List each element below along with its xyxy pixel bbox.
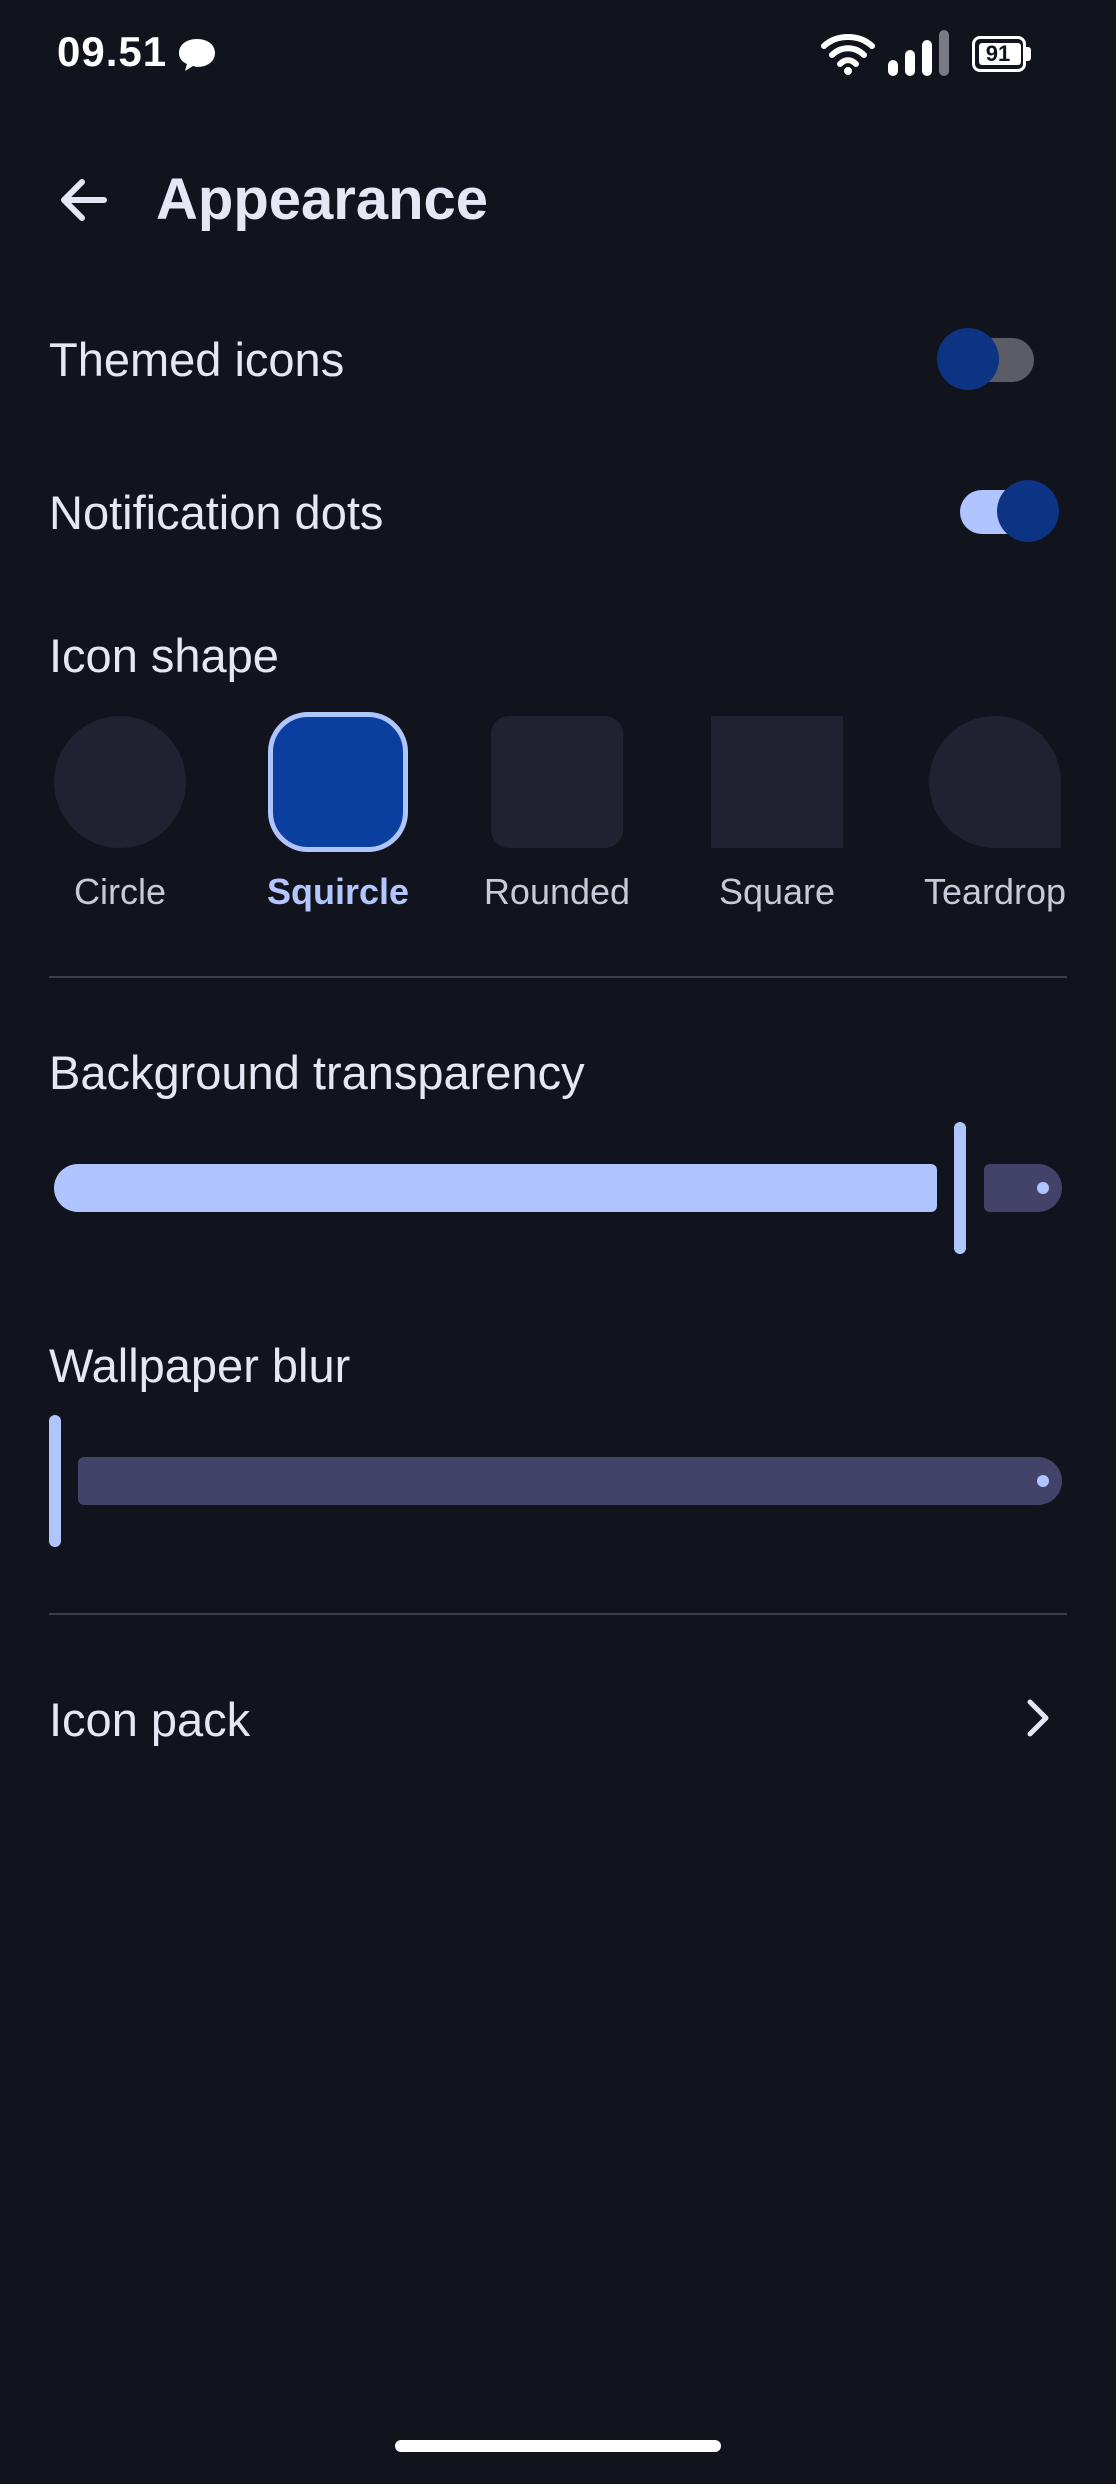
icon-pack-label: Icon pack <box>49 1693 251 1746</box>
shape-option-rounded[interactable]: Rounded <box>467 712 647 922</box>
shape-option-squircle[interactable]: Squircle <box>248 712 428 922</box>
notification-dots-label: Notification dots <box>49 486 384 539</box>
notification-dots-row[interactable]: Notification dots <box>0 448 1116 578</box>
shape-label: Circle <box>73 871 166 912</box>
shape-label: Squircle <box>266 871 410 912</box>
shape-label: Square <box>718 871 836 912</box>
themed-icons-label: Themed icons <box>49 333 345 386</box>
circle-shape-preview <box>54 716 186 848</box>
icon-shape-label: Icon shape <box>49 629 279 682</box>
chat-bubble-icon <box>179 39 215 71</box>
slider-handle[interactable] <box>954 1122 966 1254</box>
shape-label: Teardrop <box>923 871 1067 912</box>
arrow-left-icon <box>61 179 107 221</box>
wallpaper-blur-slider[interactable] <box>49 1413 1067 1553</box>
shape-option-circle[interactable]: Circle <box>30 712 210 922</box>
status-time: 09.51 <box>57 28 168 75</box>
slider-stop-dot <box>1037 1182 1049 1194</box>
wifi-icon <box>821 34 875 75</box>
notification-dots-switch[interactable] <box>960 480 1060 542</box>
page-title: Appearance <box>156 167 489 232</box>
background-transparency-slider[interactable] <box>49 1120 1067 1260</box>
back-button[interactable] <box>44 160 124 240</box>
wallpaper-blur-label: Wallpaper blur <box>49 1339 351 1392</box>
chevron-right-icon <box>1027 1699 1049 1737</box>
shape-option-square[interactable]: Square <box>687 712 867 922</box>
themed-icons-row[interactable]: Themed icons <box>0 295 1116 425</box>
background-transparency-label: Background transparency <box>49 1046 585 1099</box>
teardrop-shape-preview <box>929 716 1061 848</box>
rounded-shape-preview <box>491 716 623 848</box>
icon-pack-row[interactable]: Icon pack <box>0 1660 1116 1780</box>
battery-tip <box>1026 47 1031 61</box>
slider-stop-dot <box>1037 1475 1049 1487</box>
slider-handle[interactable] <box>49 1415 61 1547</box>
battery-icon: 91 <box>972 36 1032 72</box>
switch-thumb <box>997 480 1059 542</box>
gesture-navigation-bar[interactable] <box>395 2440 721 2452</box>
slider-active-track <box>54 1164 937 1212</box>
status-bar: 09.51 91 <box>0 0 1116 110</box>
square-shape-preview <box>711 716 843 848</box>
section-divider <box>49 1613 1067 1615</box>
shape-option-teardrop[interactable]: Teardrop <box>905 712 1085 922</box>
battery-level: 91 <box>985 41 1011 66</box>
slider-inactive-track <box>78 1457 1062 1505</box>
section-divider <box>49 976 1067 978</box>
squircle-shape-preview <box>268 712 408 852</box>
switch-thumb <box>937 328 999 390</box>
shape-label: Rounded <box>483 871 631 912</box>
signal-icon <box>888 30 949 76</box>
slider-inactive-track <box>984 1164 1062 1212</box>
themed-icons-switch[interactable] <box>937 328 1038 390</box>
